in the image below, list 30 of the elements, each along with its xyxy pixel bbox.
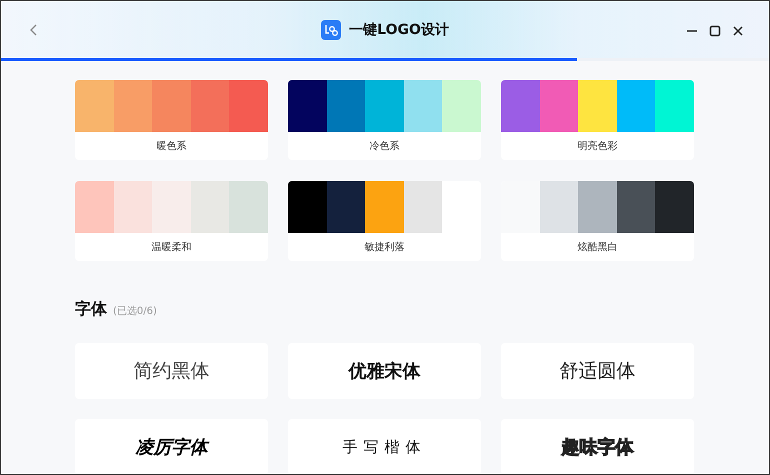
font-option-card[interactable]: 优雅宋体 (288, 343, 481, 399)
logo-icon (321, 20, 342, 40)
palette-label: 温暖柔和 (150, 240, 192, 255)
section-heading: 字体 (75, 299, 107, 320)
palette-card[interactable]: 明亮色彩 (501, 80, 694, 160)
maximize-icon[interactable] (708, 24, 722, 38)
palette-label: 冷色系 (368, 140, 400, 154)
palette-label: 炫酷黑白 (576, 240, 618, 255)
font-option-card[interactable]: 简约黑体 (75, 343, 268, 399)
window-title: 一键LOGO设计 (349, 20, 449, 38)
font-option-card[interactable]: 舒适圆体 (501, 343, 694, 399)
palette-card[interactable]: 敏捷利落 (288, 181, 481, 261)
font-sample: 手写楷体 (342, 438, 426, 456)
palette-label: 暖色系 (156, 140, 188, 154)
font-option-card[interactable]: 凌厉字体 (75, 419, 268, 474)
font-sample: 简约黑体 (134, 359, 210, 384)
palette-label: 明亮色彩 (576, 140, 618, 154)
font-sample: 趣味字体 (562, 436, 634, 459)
palette-card[interactable]: 温暖柔和 (75, 181, 268, 261)
palette-card[interactable]: 暖色系 (75, 80, 268, 160)
font-sample: 凌厉字体 (136, 436, 208, 459)
close-icon[interactable] (731, 24, 745, 38)
palette-card[interactable]: 冷色系 (288, 80, 481, 160)
font-sample: 舒适圆体 (560, 359, 636, 384)
font-sample: 优雅宋体 (348, 360, 420, 383)
selection-count: (已选0/6) (113, 304, 157, 318)
palette-label: 敏捷利落 (364, 240, 406, 255)
font-option-card[interactable]: 趣味字体 (501, 419, 694, 474)
palette-card[interactable]: 炫酷黑白 (501, 181, 694, 261)
font-option-card[interactable]: 手写楷体 (288, 419, 481, 474)
